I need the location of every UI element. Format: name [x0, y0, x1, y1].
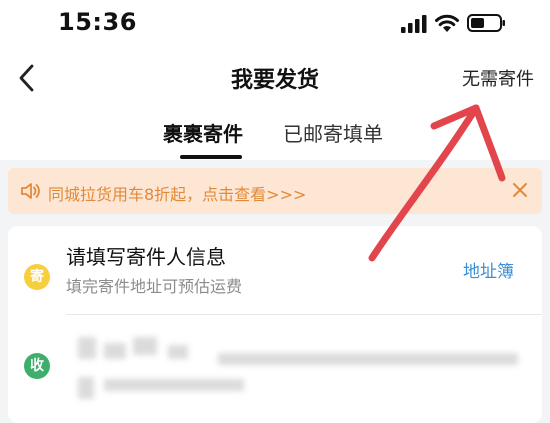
redacted-receiver-info [104, 379, 244, 391]
notice-text[interactable]: 同城拉货用车8折起，点击查看>>> [48, 181, 306, 205]
signal-icon [401, 15, 427, 33]
redacted-receiver-info [104, 343, 126, 359]
address-book-link[interactable]: 地址簿 [463, 257, 514, 282]
no-shipping-needed-button[interactable]: 无需寄件 [462, 65, 534, 91]
receiver-info-row[interactable]: 收 [8, 315, 542, 423]
redacted-receiver-info [78, 377, 94, 399]
tab-guoguo-shipping[interactable]: 裹裹寄件 [163, 118, 243, 147]
battery-icon [467, 14, 505, 32]
redacted-receiver-info [78, 337, 96, 359]
redacted-receiver-info [168, 345, 188, 359]
sender-info-row[interactable]: 寄 请填写寄件人信息 填完寄件地址可预估运费 地址簿 [8, 226, 542, 314]
wifi-icon [435, 14, 459, 32]
sender-badge: 寄 [24, 264, 50, 290]
active-tab-indicator [180, 155, 242, 159]
sender-title: 请填写寄件人信息 [66, 245, 226, 269]
promo-notice-banner[interactable]: 同城拉货用车8折起，点击查看>>> [8, 168, 542, 214]
address-card: 寄 请填写寄件人信息 填完寄件地址可预估运费 地址簿 收 [8, 226, 542, 423]
receiver-badge: 收 [24, 353, 50, 379]
sender-subtitle: 填完寄件地址可预估运费 [66, 277, 243, 296]
speaker-icon [21, 183, 40, 199]
status-time: 15:36 [58, 8, 137, 36]
redacted-receiver-info [218, 353, 518, 365]
nav-bar: 我要发货 无需寄件 [0, 50, 550, 108]
tab-bar: 裹裹寄件 已邮寄填单 [0, 108, 550, 160]
screen: 15:36 我要发货 无需寄件 裹裹寄件 已邮寄填单 同城拉货用车8折起，点击查… [0, 0, 550, 423]
tab-mailed-form[interactable]: 已邮寄填单 [283, 118, 383, 147]
redacted-receiver-info [133, 337, 157, 355]
status-bar: 15:36 [0, 0, 550, 46]
close-icon[interactable] [510, 180, 530, 200]
